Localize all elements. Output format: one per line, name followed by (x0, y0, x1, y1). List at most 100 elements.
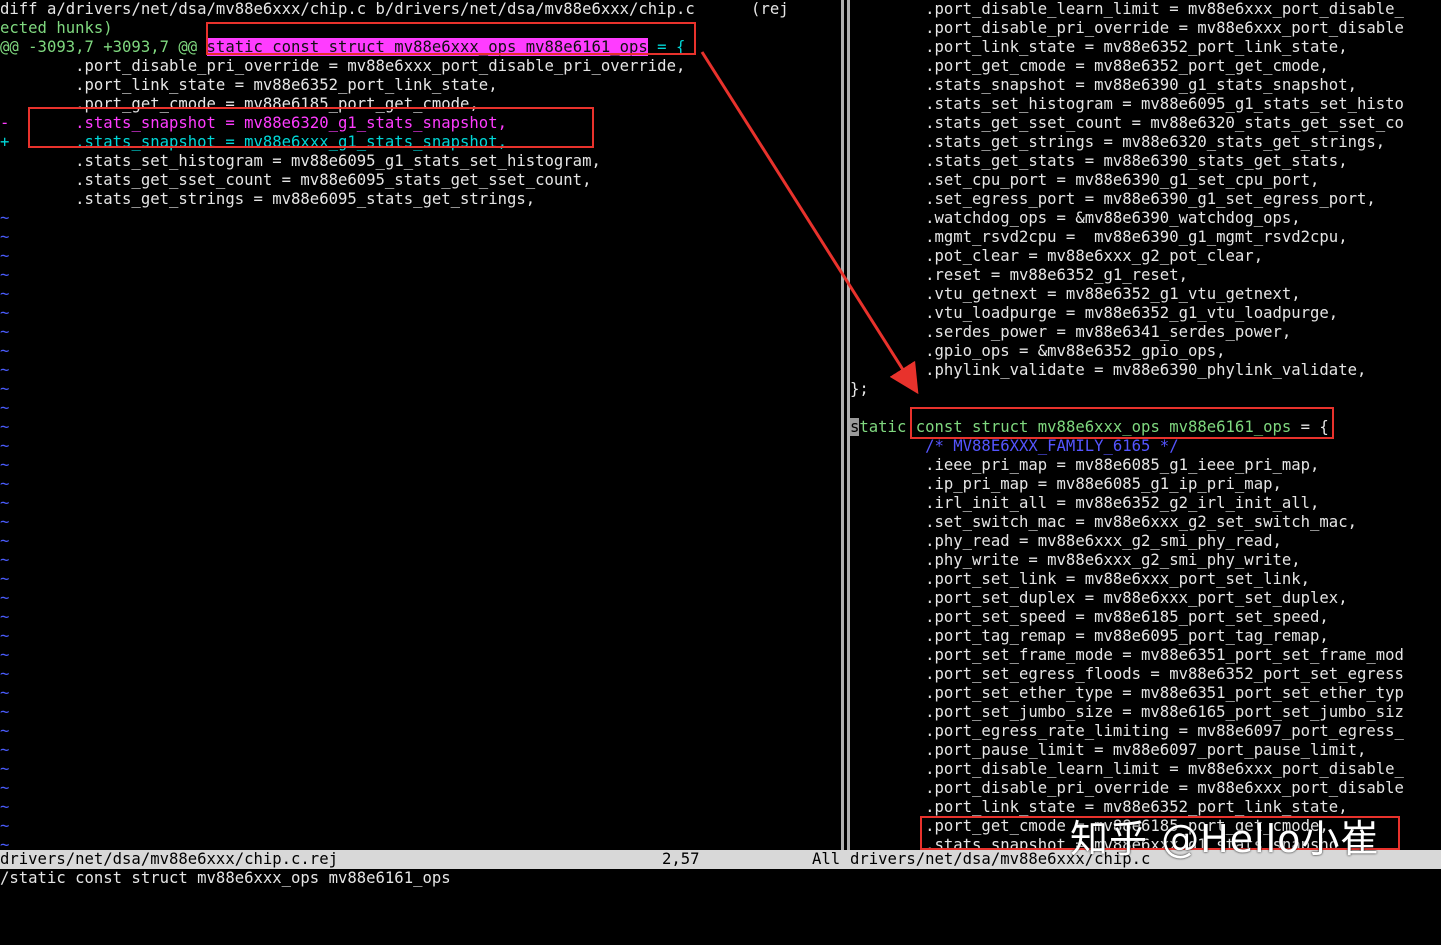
right-editor-pane[interactable]: .port_disable_learn_limit = mv88e6xxx_po… (850, 0, 1441, 850)
watermark-text: 知乎 @Hello小崔 (1070, 817, 1380, 861)
empty-line-tilde: ~ (0, 608, 10, 626)
family-comment: /* MV88E6XXX_FAMILY_6165 */ (850, 437, 1179, 455)
struct-member-line: .stats_get_strings = mv88e6320_stats_get… (850, 133, 1386, 151)
empty-line-tilde: ~ (0, 285, 10, 303)
scroll-indicator: All (812, 850, 841, 868)
empty-line-tilde: ~ (0, 380, 10, 398)
removed-text: .stats_snapshot = mv88e6320_g1_stats_sna… (9, 114, 507, 132)
struct-closing-brace: }; (850, 380, 869, 398)
struct-member-line: .port_disable_pri_override = mv88e6xxx_p… (850, 779, 1404, 797)
struct-member-line: .port_set_frame_mode = mv88e6351_port_se… (850, 646, 1404, 664)
removed-line: - .stats_snapshot = mv88e6320_g1_stats_s… (0, 114, 841, 133)
empty-line-tilde: ~ (0, 627, 10, 645)
keyword-static: tatic (859, 418, 907, 436)
empty-line-tilde: ~ (0, 589, 10, 607)
struct-member-line: .port_set_ether_type = mv88e6351_port_se… (850, 684, 1404, 702)
empty-line-tilde: ~ (0, 741, 10, 759)
context-line: .port_get_cmode = mv88e6185_port_get_cmo… (0, 95, 479, 113)
search-match-highlight: static const struct mv88e6xxx_ops mv88e6… (206, 38, 648, 56)
struct-member-line: .port_pause_limit = mv88e6097_port_pause… (850, 741, 1367, 759)
text-cursor: s (850, 418, 860, 436)
empty-line-tilde: ~ (0, 247, 10, 265)
left-file-name[interactable]: drivers/net/dsa/mv88e6xxx/chip.c.rej (0, 850, 338, 869)
empty-line-tilde: ~ (0, 437, 10, 455)
left-editor-pane[interactable]: diff a/drivers/net/dsa/mv88e6xxx/chip.c … (0, 0, 841, 850)
struct-member-line: .set_switch_mac = mv88e6xxx_g2_set_switc… (850, 513, 1357, 531)
struct-member-line: .mgmt_rsvd2cpu = mv88e6390_g1_mgmt_rsvd2… (850, 228, 1348, 246)
empty-line-tilde: ~ (0, 494, 10, 512)
struct-member-line: .phy_read = mv88e6xxx_g2_smi_phy_read, (850, 532, 1282, 550)
empty-line-tilde: ~ (0, 323, 10, 341)
struct-member-line: .port_set_duplex = mv88e6xxx_port_set_du… (850, 589, 1348, 607)
struct-member-line: .port_disable_learn_limit = mv88e6xxx_po… (850, 0, 1404, 18)
empty-line-tilde: ~ (0, 817, 10, 835)
empty-line-tilde: ~ (0, 760, 10, 778)
struct-member-line: .port_set_jumbo_size = mv88e6165_port_se… (850, 703, 1404, 721)
hunk-header-line: @@ -3093,7 +3093,7 @@ static const struc… (0, 38, 841, 57)
empty-line-tilde: ~ (0, 703, 10, 721)
context-line: .port_disable_pri_override = mv88e6xxx_p… (0, 57, 686, 75)
empty-line-tilde: ~ (0, 646, 10, 664)
empty-line-tilde: ~ (0, 418, 10, 436)
empty-line-tilde: ~ (0, 456, 10, 474)
struct-member-line: .vtu_loadpurge = mv88e6352_g1_vtu_loadpu… (850, 304, 1339, 322)
context-line: .stats_get_strings = mv88e6095_stats_get… (0, 190, 536, 208)
struct-declaration-line: static const struct mv88e6xxx_ops mv88e6… (850, 418, 1441, 437)
empty-line-tilde: ~ (0, 551, 10, 569)
empty-line-tilde: ~ (0, 532, 10, 550)
struct-member-line: .port_get_cmode = mv88e6352_port_get_cmo… (850, 57, 1329, 75)
empty-line-tilde: ~ (0, 684, 10, 702)
struct-member-line: .reset = mv88e6352_g1_reset, (850, 266, 1188, 284)
struct-member-line: .stats_get_stats = mv88e6390_stats_get_s… (850, 152, 1348, 170)
empty-line-tilde: ~ (0, 228, 10, 246)
struct-member-line: .stats_get_sset_count = mv88e6320_stats_… (850, 114, 1404, 132)
struct-members-6161: .ieee_pri_map = mv88e6085_g1_ieee_pri_ma… (850, 456, 1441, 850)
diff-header-continued: ected hunks) (0, 19, 113, 37)
context-line: .port_link_state = mv88e6352_port_link_s… (0, 76, 498, 94)
struct-member-line: .phylink_validate = mv88e6390_phylink_va… (850, 361, 1367, 379)
empty-line-tilde: ~ (0, 513, 10, 531)
added-text: .stats_snapshot = mv88e6xxx_g1_stats_sna… (9, 133, 507, 151)
empty-line-tilde: ~ (0, 722, 10, 740)
struct-member-line: .port_link_state = mv88e6352_port_link_s… (850, 38, 1348, 56)
empty-line-tilde: ~ (0, 209, 10, 227)
context-line: .stats_get_sset_count = mv88e6095_stats_… (0, 171, 592, 189)
struct-suffix: = { (1291, 418, 1329, 436)
struct-member-line: .vtu_getnext = mv88e6352_g1_vtu_getnext, (850, 285, 1301, 303)
struct-member-line: .ieee_pri_map = mv88e6085_g1_ieee_pri_ma… (850, 456, 1320, 474)
struct-member-line: .port_set_egress_floods = mv88e6352_port… (850, 665, 1404, 683)
struct-declaration: const struct mv88e6xxx_ops mv88e6161_ops (906, 418, 1292, 436)
struct-member-line: .set_cpu_port = mv88e6390_g1_set_cpu_por… (850, 171, 1320, 189)
struct-member-line: .port_tag_remap = mv88e6095_port_tag_rem… (850, 627, 1329, 645)
struct-member-line: .port_set_speed = mv88e6185_port_set_spe… (850, 608, 1329, 626)
struct-member-line: .phy_write = mv88e6xxx_g2_smi_phy_write, (850, 551, 1301, 569)
empty-line-tilde: ~ (0, 836, 10, 850)
struct-member-line: .irl_init_all = mv88e6352_g2_irl_init_al… (850, 494, 1320, 512)
struct-member-line: .watchdog_ops = &mv88e6390_watchdog_ops, (850, 209, 1301, 227)
empty-line-tilde: ~ (0, 304, 10, 322)
hunk-range: @@ -3093,7 +3093,7 @@ (0, 38, 207, 56)
struct-member-line: .port_egress_rate_limiting = mv88e6097_p… (850, 722, 1404, 740)
empty-line-tilde: ~ (0, 798, 10, 816)
empty-line-tilde: ~ (0, 342, 10, 360)
struct-member-line: .set_egress_port = mv88e6390_g1_set_egre… (850, 190, 1376, 208)
struct-member-line: .stats_set_histogram = mv88e6095_g1_stat… (850, 95, 1404, 113)
diff-header-line: diff a/drivers/net/dsa/mv88e6xxx/chip.c … (0, 0, 789, 18)
struct-member-line: .port_disable_learn_limit = mv88e6xxx_po… (850, 760, 1404, 778)
added-line: + .stats_snapshot = mv88e6xxx_g1_stats_s… (0, 133, 841, 152)
struct-member-line: .ip_pri_map = mv88e6085_g1_ip_pri_map, (850, 475, 1282, 493)
context-line: .stats_set_histogram = mv88e6095_g1_stat… (0, 152, 601, 170)
empty-buffer-lines: ~ ~ ~ ~ ~ ~ ~ ~ ~ ~ ~ ~ ~ ~ ~ ~ ~ ~ ~ ~ ~ ~ ~ ~ ~ ~ ~ ~ ~ ~ ~ ~ ~ ~ (0, 209, 841, 850)
vertical-split-divider[interactable] (841, 0, 850, 850)
empty-line-tilde: ~ (0, 570, 10, 588)
cursor-position: 2,57 (662, 850, 700, 868)
command-line[interactable]: /static const struct mv88e6xxx_ops mv88e… (0, 869, 1441, 890)
struct-member-line: .gpio_ops = &mv88e6352_gpio_ops, (850, 342, 1226, 360)
empty-line-tilde: ~ (0, 399, 10, 417)
empty-line-tilde: ~ (0, 665, 10, 683)
empty-line-tilde: ~ (0, 266, 10, 284)
struct-member-line: .port_disable_pri_override = mv88e6xxx_p… (850, 19, 1404, 37)
struct-member-line: .stats_snapshot = mv88e6390_g1_stats_sna… (850, 76, 1357, 94)
empty-line-tilde: ~ (0, 475, 10, 493)
struct-member-line: .serdes_power = mv88e6341_serdes_power, (850, 323, 1292, 341)
